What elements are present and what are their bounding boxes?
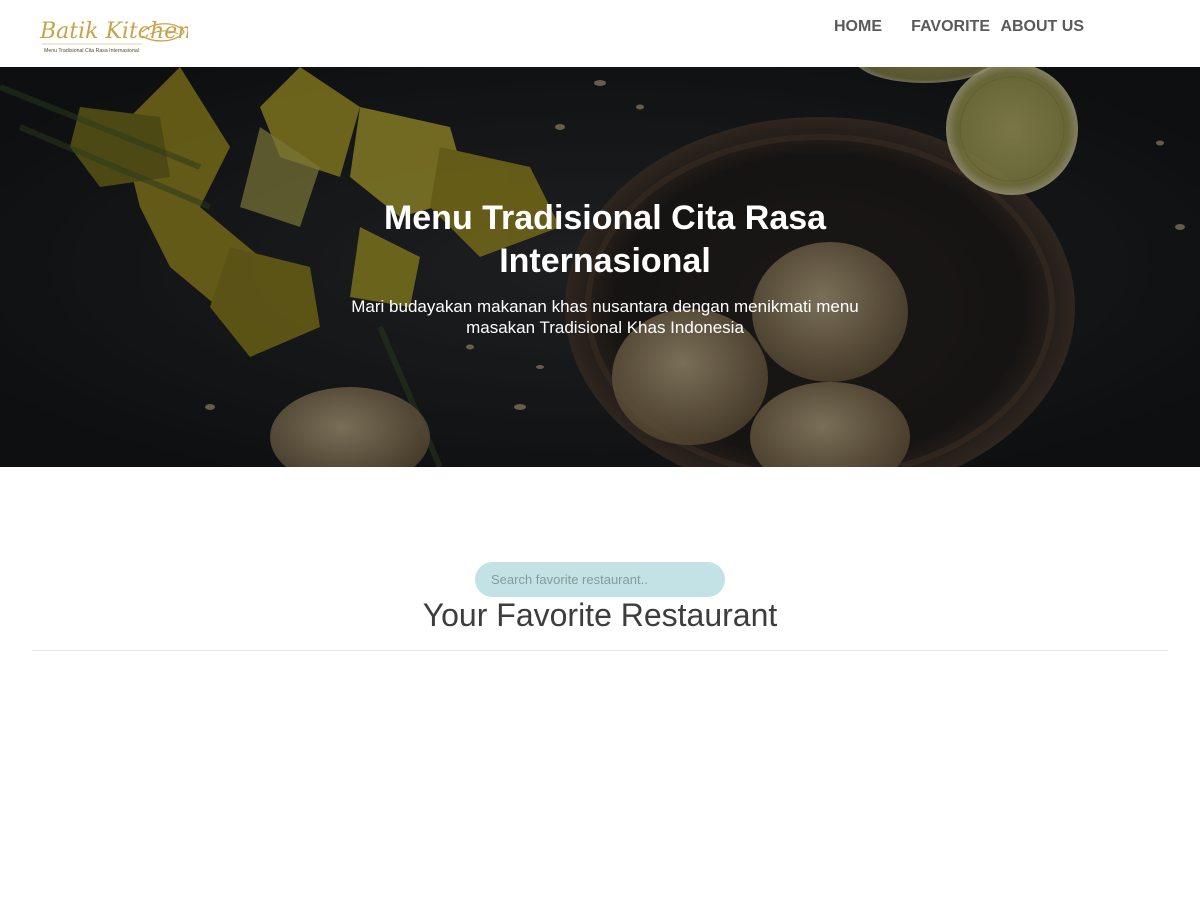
hero-section: Menu Tradisional Cita Rasa Internasional… xyxy=(0,67,1200,467)
hero-title: Menu Tradisional Cita Rasa Internasional xyxy=(383,199,827,280)
hero-subtitle: Mari budayakan makanan khas nusantara de… xyxy=(351,297,859,337)
nav-home[interactable]: HOME xyxy=(834,18,882,36)
batik-kitchen-logo: Batik Kitchen Menu Tradisional Cita Rasa… xyxy=(39,19,191,54)
nav-favorite[interactable]: FAVORITE xyxy=(911,18,990,36)
restaurant-list xyxy=(32,660,1168,880)
search-input[interactable] xyxy=(475,562,725,597)
app-header: Batik Kitchen Menu Tradisional Cita Rasa… xyxy=(0,0,1200,67)
nav-about-us[interactable]: ABOUT US xyxy=(1000,18,1084,36)
logo-link[interactable]: Batik Kitchen Menu Tradisional Cita Rasa… xyxy=(38,10,191,58)
section-title: Your Favorite Restaurant xyxy=(422,597,778,633)
logo-tagline: Menu Tradisional Cita Rasa Internasional xyxy=(44,48,139,54)
section-divider xyxy=(32,650,1168,651)
